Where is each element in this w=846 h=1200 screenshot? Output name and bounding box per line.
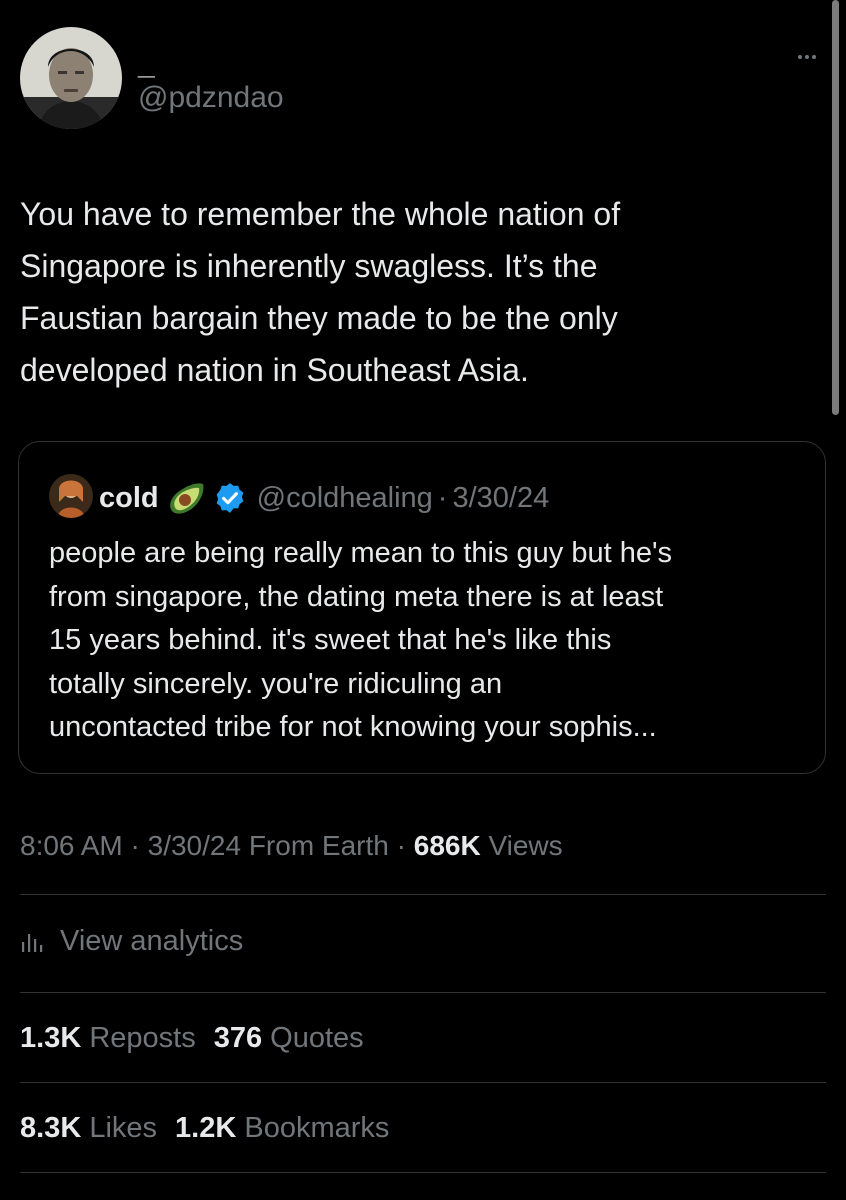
quote-date[interactable]: 3/30/24 — [452, 482, 549, 515]
quoted-tweet-card[interactable]: cold @coldhealing · 3/30/24 people are b… — [18, 441, 826, 774]
bookmarks-label: Bookmarks — [244, 1112, 390, 1144]
more-dot — [798, 55, 802, 59]
likes-stat[interactable]: 8.3K Likes — [20, 1112, 157, 1144]
divider — [20, 992, 826, 993]
quote-author-name[interactable]: cold — [99, 482, 159, 515]
author-display-name[interactable]: _ — [138, 50, 155, 80]
quotes-label: Quotes — [270, 1022, 364, 1054]
like-bookmark-stats: 8.3K Likes 1.2K Bookmarks — [20, 1107, 389, 1149]
author-avatar[interactable] — [20, 27, 122, 129]
scrollbar[interactable] — [832, 0, 839, 415]
author-handle[interactable]: @pdzndao — [138, 80, 284, 116]
quotes-count: 376 — [213, 1022, 263, 1054]
tweet-text-line: Singapore is inherently swagless. It’s t… — [20, 248, 598, 284]
quote-author-handle[interactable]: @coldhealing — [257, 482, 433, 515]
views-count: 686K — [413, 830, 481, 861]
tweet-text: You have to remember the whole nation of… — [20, 188, 790, 396]
quote-author-avatar[interactable] — [49, 474, 93, 518]
view-analytics-button[interactable]: View analytics — [20, 920, 243, 962]
quote-text-line: 15 years behind. it's sweet that he's li… — [49, 624, 612, 656]
reposts-stat[interactable]: 1.3K Reposts — [20, 1022, 196, 1054]
bookmarks-stat[interactable]: 1.2K Bookmarks — [175, 1112, 389, 1144]
quote-text-line: from singapore, the dating meta there is… — [49, 580, 664, 613]
tweet-text-line: developed nation in Southeast Asia. — [20, 352, 529, 388]
avatar-photo — [20, 27, 122, 129]
avocado-icon — [169, 483, 204, 514]
tweet-text-line: You have to remember the whole nation of — [20, 196, 621, 232]
tweet-date[interactable]: 3/30/24 — [148, 830, 241, 861]
analytics-icon — [22, 934, 43, 952]
likes-label: Likes — [89, 1112, 158, 1144]
meta-separator: · — [130, 830, 140, 861]
more-dot — [812, 55, 816, 59]
likes-count: 8.3K — [20, 1112, 82, 1144]
reposts-label: Reposts — [89, 1022, 196, 1054]
more-horizontal-icon[interactable] — [790, 40, 824, 74]
divider — [20, 1082, 826, 1083]
verified-badge-icon — [216, 483, 243, 513]
quote-avatar-image — [49, 474, 93, 518]
tweet-text-line: Faustian bargain they made to be the onl… — [20, 300, 618, 336]
tweet-time[interactable]: 8:06 AM — [20, 830, 123, 861]
quote-text-line: totally sincerely. you're ridiculing an — [49, 667, 503, 700]
bookmarks-count: 1.2K — [175, 1112, 237, 1144]
tweet-meta: 8:06 AM · 3/30/24 From Earth · 686K View… — [20, 826, 563, 866]
more-dot — [805, 55, 809, 59]
quote-header: cold @coldhealing · 3/30/24 — [99, 478, 549, 518]
quote-text-line: people are being really mean to this guy… — [49, 537, 672, 569]
quote-text-line: uncontacted tribe for not knowing your s… — [49, 711, 657, 743]
view-analytics-label: View analytics — [60, 924, 244, 957]
views-label: Views — [488, 830, 563, 861]
quote-text: people are being really mean to this guy… — [49, 532, 809, 750]
repost-quote-stats: 1.3K Reposts 376 Quotes — [20, 1017, 364, 1059]
quotes-stat[interactable]: 376 Quotes — [214, 1022, 364, 1054]
divider — [20, 1172, 826, 1173]
quote-separator: · — [437, 481, 448, 514]
divider — [20, 894, 826, 895]
tweet-source: From Earth — [248, 830, 389, 861]
meta-separator: · — [396, 830, 406, 861]
reposts-count: 1.3K — [20, 1022, 82, 1054]
